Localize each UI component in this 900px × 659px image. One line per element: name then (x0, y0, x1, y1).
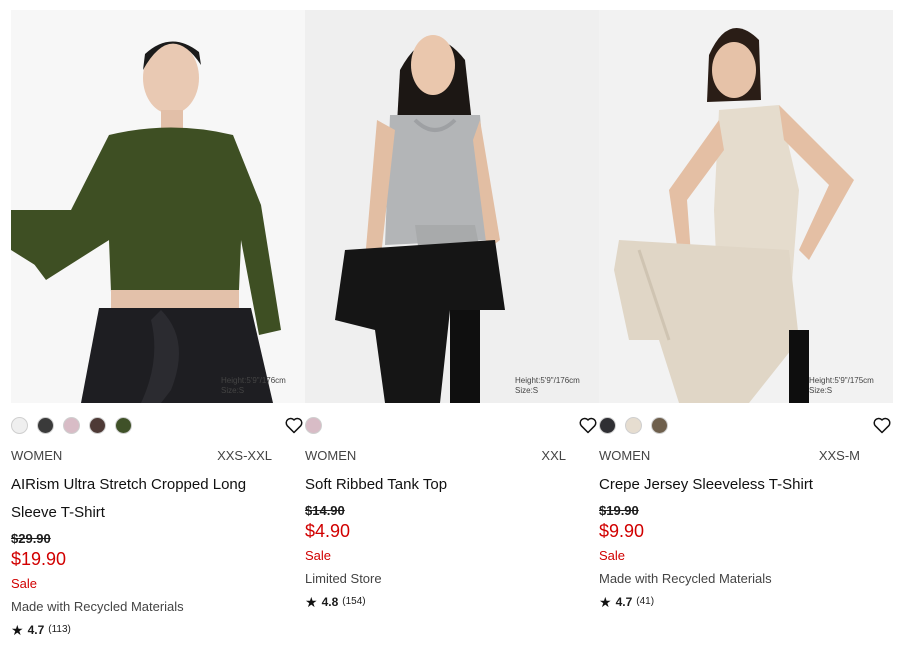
sale-flag: Sale (599, 548, 626, 563)
color-swatches (599, 403, 891, 447)
rating: ★ 4.7 (41) (599, 594, 883, 610)
color-swatch[interactable] (651, 416, 668, 434)
color-swatch[interactable] (305, 416, 322, 434)
heart-icon[interactable] (578, 415, 598, 435)
product-card[interactable]: Height:5'9"/176cm Size:S WOMEN XXL Soft … (305, 10, 599, 610)
size-range: XXS-M (818, 448, 860, 463)
original-price: $14.90 (305, 503, 345, 518)
color-swatches (11, 403, 303, 447)
heart-icon[interactable] (284, 415, 304, 435)
sale-flag: Sale (305, 548, 332, 563)
sale-flag: Sale (11, 576, 38, 591)
color-swatch[interactable] (599, 416, 616, 434)
size-range: XXS-XXL (217, 448, 272, 463)
original-price: $29.90 (11, 531, 51, 546)
product-card[interactable]: Height:5'9"/176cm Size:S WOMEN XXS-XXL A… (11, 10, 305, 638)
model-size-note: Height:5'9"/176cm Size:S (221, 376, 286, 395)
product-name[interactable]: Soft Ribbed Tank Top (305, 471, 575, 499)
original-price: $19.90 (599, 503, 639, 518)
review-count: (113) (48, 624, 71, 635)
color-swatch[interactable] (63, 416, 80, 434)
color-swatch[interactable] (115, 416, 132, 434)
gender-label: WOMEN (305, 448, 357, 463)
product-meta: WOMEN XXS-XXL (11, 447, 272, 465)
rating-score: 4.7 (27, 623, 45, 637)
star-icon: ★ (11, 622, 24, 638)
size-range: XXL (541, 448, 566, 463)
gender-label: WOMEN (11, 448, 63, 463)
star-icon: ★ (305, 594, 318, 610)
color-swatch[interactable] (625, 416, 642, 434)
gender-label: WOMEN (599, 448, 651, 463)
product-image[interactable]: Height:5'9"/176cm Size:S (11, 10, 305, 403)
color-swatch[interactable] (37, 416, 54, 434)
product-name[interactable]: Crepe Jersey Sleeveless T-Shirt (599, 471, 869, 499)
product-image[interactable]: Height:5'9"/176cm Size:S (305, 10, 599, 403)
rating: ★ 4.8 (154) (305, 594, 589, 610)
product-card[interactable]: Height:5'9"/175cm Size:S WOMEN XXS-M Cre… (599, 10, 893, 610)
review-count: (41) (636, 596, 655, 607)
product-attribute: Made with Recycled Materials (11, 599, 184, 614)
product-name[interactable]: AIRism Ultra Stretch Cropped Long Sleeve… (11, 471, 281, 527)
rating-score: 4.8 (321, 595, 339, 609)
model-size-note: Height:5'9"/175cm Size:S (809, 376, 874, 395)
product-attribute: Made with Recycled Materials (599, 571, 772, 586)
rating-score: 4.7 (615, 595, 633, 609)
heart-icon[interactable] (872, 415, 892, 435)
product-meta: WOMEN XXL (305, 447, 566, 465)
review-count: (154) (342, 596, 366, 607)
color-swatch[interactable] (11, 416, 28, 434)
product-image[interactable]: Height:5'9"/175cm Size:S (599, 10, 893, 403)
sale-price: $4.90 (305, 521, 351, 541)
sale-price: $19.90 (11, 549, 67, 569)
color-swatches (305, 403, 597, 447)
product-attribute: Limited Store (305, 571, 382, 586)
color-swatch[interactable] (89, 416, 106, 434)
star-icon: ★ (599, 594, 612, 610)
product-meta: WOMEN XXS-M (599, 447, 860, 465)
product-grid: Height:5'9"/176cm Size:S WOMEN XXS-XXL A… (0, 0, 900, 659)
rating: ★ 4.7 (113) (11, 622, 295, 638)
model-size-note: Height:5'9"/176cm Size:S (515, 376, 580, 395)
sale-price: $9.90 (599, 521, 645, 541)
